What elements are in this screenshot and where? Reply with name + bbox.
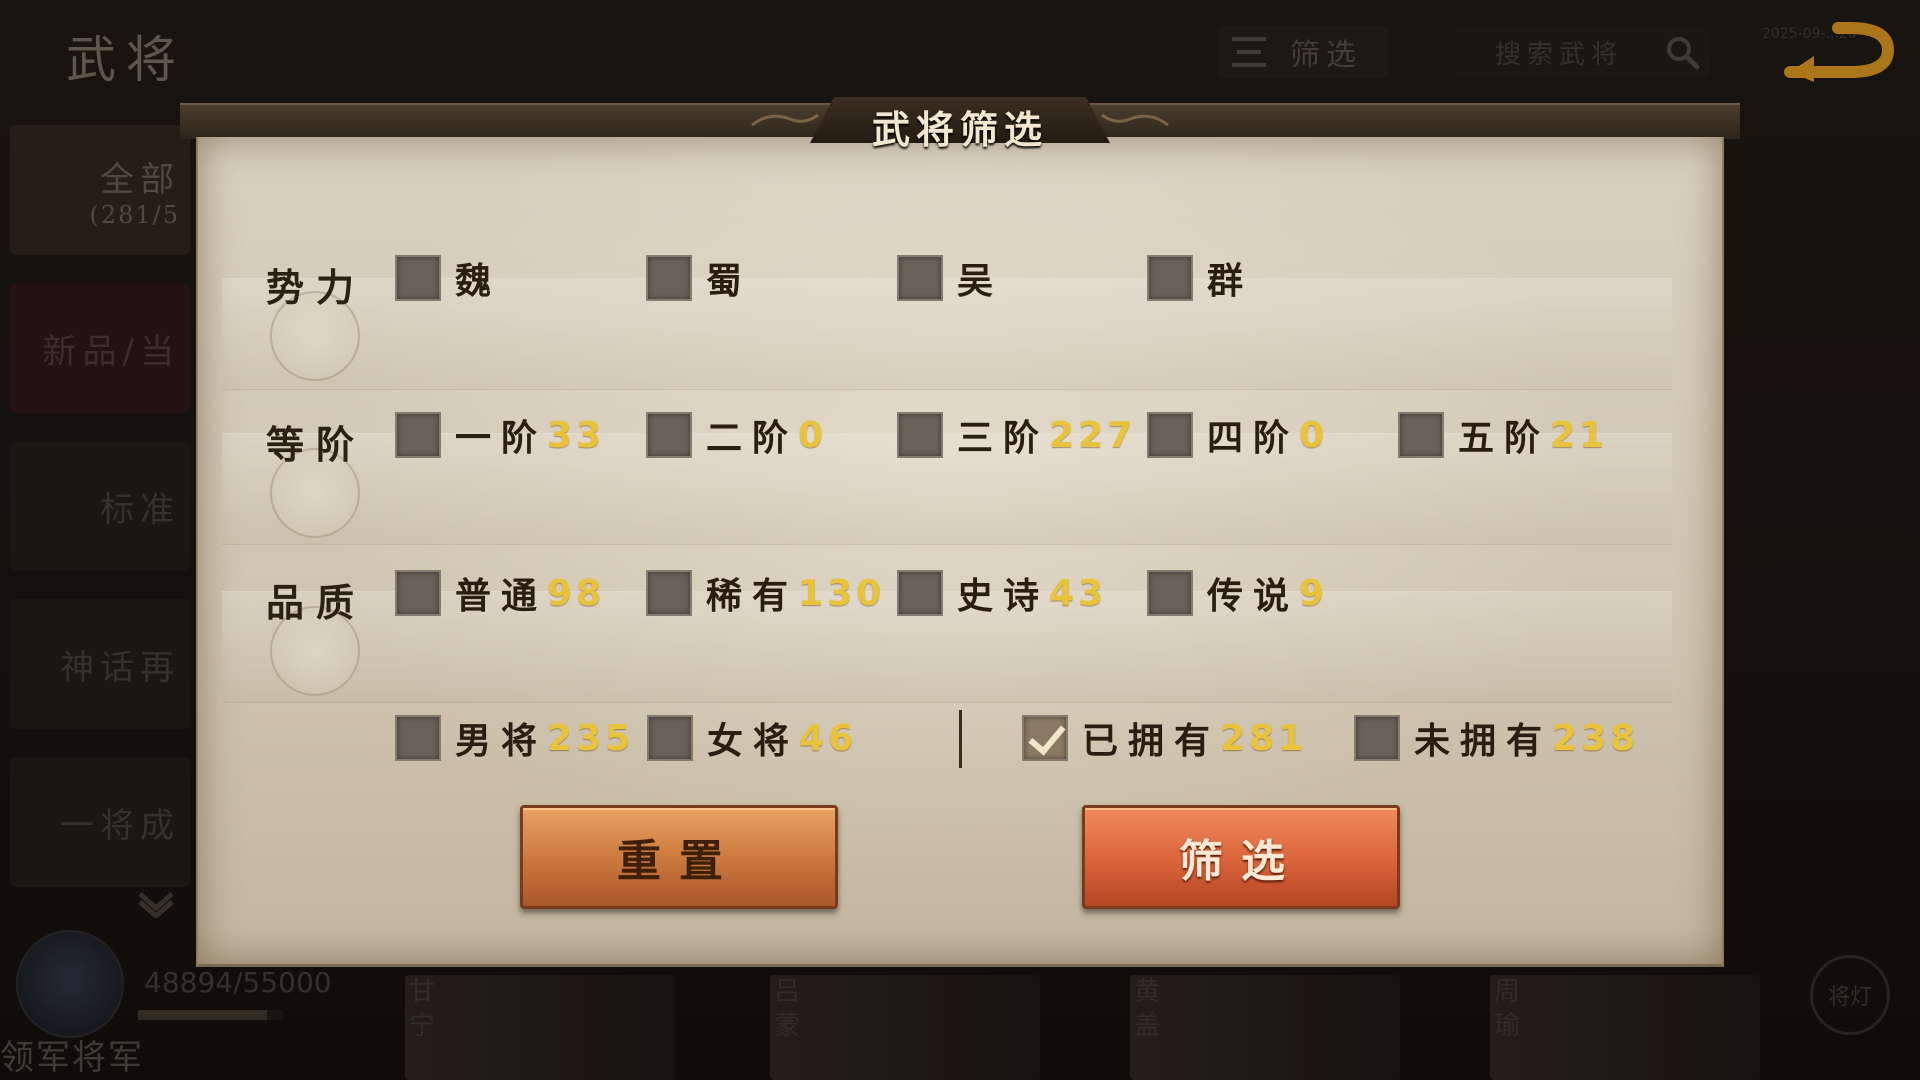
option-count: 130 (798, 572, 886, 614)
option-label: 五阶 (1458, 417, 1551, 459)
option-wu[interactable]: 吴 (897, 253, 1003, 303)
option-not-owned[interactable]: 未拥有 238 (1354, 713, 1639, 763)
checkbox-checked[interactable] (1022, 715, 1068, 761)
option-count: 33 (547, 414, 606, 456)
option-legend[interactable]: 传说 9 (1147, 568, 1328, 618)
checkbox[interactable] (897, 570, 943, 616)
option-count: 46 (799, 717, 858, 759)
checkbox[interactable] (1147, 412, 1193, 458)
option-label: 群 (1207, 260, 1254, 302)
option-count: 9 (1299, 572, 1329, 614)
reset-button[interactable]: 重置 (520, 805, 838, 909)
option-owned[interactable]: 已拥有 281 (1022, 713, 1307, 763)
option-label: 普通 (455, 575, 548, 617)
option-label: 四阶 (1207, 417, 1300, 459)
checkbox[interactable] (395, 412, 441, 458)
option-count: 21 (1550, 414, 1609, 456)
option-label: 吴 (957, 260, 1004, 302)
option-count: 43 (1049, 572, 1108, 614)
option-male[interactable]: 男将 235 (395, 713, 634, 763)
option-rank-3[interactable]: 三阶 227 (897, 410, 1136, 460)
checkbox[interactable] (647, 715, 693, 761)
option-label: 男将 (455, 720, 548, 762)
option-label: 稀有 (706, 575, 799, 617)
option-count: 98 (547, 572, 606, 614)
checkbox[interactable] (1147, 570, 1193, 616)
apply-filter-button[interactable]: 筛选 (1082, 805, 1400, 909)
option-rare[interactable]: 稀有 130 (646, 568, 885, 618)
checkbox[interactable] (646, 412, 692, 458)
rank-label: 等阶 (266, 422, 367, 467)
checkbox[interactable] (897, 255, 943, 301)
modal-title: 武将筛选 (871, 107, 1048, 152)
checkbox[interactable] (1398, 412, 1444, 458)
option-count: 235 (547, 717, 635, 759)
option-count: 227 (1049, 414, 1137, 456)
option-epic[interactable]: 史诗 43 (897, 568, 1107, 618)
option-wei[interactable]: 魏 (395, 253, 501, 303)
option-rank-1[interactable]: 一阶 33 (395, 410, 605, 460)
option-label: 未拥有 (1414, 720, 1553, 762)
option-label: 三阶 (957, 417, 1050, 459)
checkbox[interactable] (395, 255, 441, 301)
option-label: 二阶 (706, 417, 799, 459)
checkbox[interactable] (646, 255, 692, 301)
option-rank-2[interactable]: 二阶 0 (646, 410, 827, 460)
checkbox[interactable] (646, 570, 692, 616)
option-common[interactable]: 普通 98 (395, 568, 605, 618)
option-label: 女将 (707, 720, 800, 762)
option-rank-5[interactable]: 五阶 21 (1398, 410, 1608, 460)
option-female[interactable]: 女将 46 (647, 713, 857, 763)
option-count: 0 (1299, 414, 1329, 456)
divider (959, 710, 962, 768)
option-label: 一阶 (455, 417, 548, 459)
checkbox[interactable] (1354, 715, 1400, 761)
option-rank-4[interactable]: 四阶 0 (1147, 410, 1328, 460)
checkbox[interactable] (1147, 255, 1193, 301)
checkbox[interactable] (395, 715, 441, 761)
filter-modal: 武将筛选 势力 魏 蜀 吴 群 等阶 一阶 33 二阶 0 三阶 227 四阶 (180, 97, 1740, 973)
option-label: 蜀 (706, 260, 753, 302)
option-label: 魏 (455, 260, 502, 302)
option-qun[interactable]: 群 (1147, 253, 1253, 303)
option-count: 0 (798, 414, 828, 456)
option-count: 238 (1552, 717, 1640, 759)
checkbox[interactable] (897, 412, 943, 458)
option-label: 已拥有 (1082, 720, 1221, 762)
option-label: 传说 (1207, 575, 1300, 617)
faction-label: 势力 (266, 265, 367, 310)
option-shu[interactable]: 蜀 (646, 253, 752, 303)
modal-title-plate: 武将筛选 (750, 91, 1170, 152)
quality-label: 品质 (266, 580, 367, 625)
option-count: 281 (1220, 717, 1308, 759)
option-label: 史诗 (957, 575, 1050, 617)
checkbox[interactable] (395, 570, 441, 616)
